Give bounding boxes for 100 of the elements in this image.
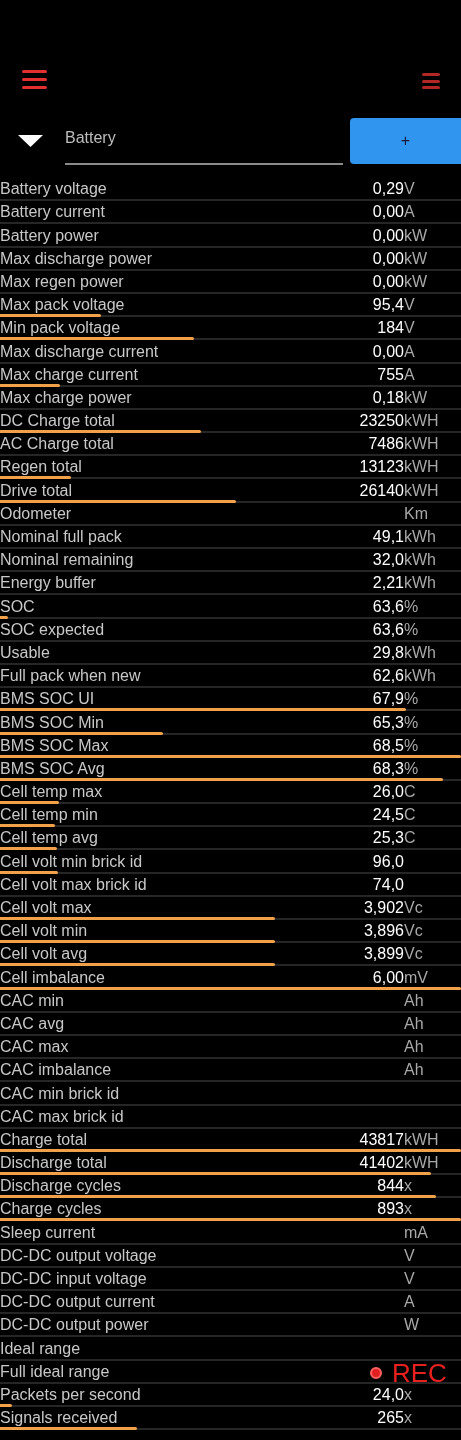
- metric-unit: kWH: [404, 435, 439, 453]
- metric-unit: x: [404, 1409, 412, 1427]
- metric-label: Usable: [0, 642, 51, 663]
- menu-icon[interactable]: [22, 70, 47, 89]
- metric-label: CAC avg: [0, 1013, 66, 1034]
- metric-label: SOC expected: [0, 619, 106, 640]
- metric-unit: x: [404, 1200, 412, 1218]
- metric-unit: %: [404, 713, 419, 731]
- metric-unit: Km: [404, 504, 428, 522]
- add-button[interactable]: +: [350, 118, 461, 164]
- metric-label: Cell temp max: [0, 782, 104, 803]
- metric-unit: C: [404, 783, 416, 801]
- metric-unit: kWh: [404, 551, 436, 569]
- metric-unit: Ah: [404, 1061, 424, 1079]
- metric-label: Min pack voltage: [0, 318, 122, 339]
- metric-unit: Vc: [404, 945, 423, 963]
- metric-label: Ideal range: [0, 1338, 82, 1359]
- metric-value: 68,3: [372, 759, 404, 777]
- metric-label: Charge total: [0, 1129, 89, 1150]
- metric-value: 844: [377, 1177, 404, 1195]
- metric-label: Sleep current: [0, 1222, 97, 1243]
- metric-label: BMS SOC UI: [0, 689, 96, 710]
- metric-value: 13123: [359, 458, 404, 476]
- metric-value: 3,896: [363, 922, 404, 940]
- metric-unit: %: [404, 736, 419, 754]
- metric-unit: %: [404, 690, 419, 708]
- metric-label: Battery voltage: [0, 179, 108, 200]
- metric-value: 65,3: [372, 713, 404, 731]
- metric-label: DC-DC output voltage: [0, 1245, 158, 1266]
- metric-label: Odometer: [0, 503, 73, 524]
- metric-label: Nominal full pack: [0, 527, 123, 547]
- metric-value: 63,6: [372, 620, 404, 638]
- metric-value: 95,4: [372, 296, 404, 314]
- metric-unit: A: [404, 365, 415, 383]
- metric-value: 74,0: [372, 875, 404, 893]
- metric-value: 26,0: [372, 783, 404, 801]
- metric-label: Cell volt min: [0, 921, 89, 942]
- metric-unit: kWh: [404, 574, 436, 592]
- metric-value: 0,00: [372, 249, 404, 267]
- metric-label: DC-DC input voltage: [0, 1269, 148, 1289]
- metric-value: 23250: [359, 412, 404, 430]
- metric-unit: V: [404, 319, 415, 337]
- metric-value: 265: [377, 1409, 404, 1427]
- metric-unit: mA: [404, 1223, 428, 1241]
- metric-unit: V: [404, 296, 415, 314]
- metric-unit: kWh: [404, 667, 436, 685]
- metric-label: Cell temp avg: [0, 828, 99, 849]
- metric-unit: Vc: [404, 899, 423, 916]
- metric-value: 41402: [359, 1154, 404, 1172]
- metric-value: 3,902: [363, 899, 404, 916]
- metric-unit: V: [404, 1246, 415, 1264]
- metric-unit: kWH: [404, 481, 439, 499]
- dropdown-arrow-icon[interactable]: [18, 135, 43, 147]
- metric-value: 24,5: [372, 806, 404, 824]
- metric-unit: A: [404, 1293, 415, 1311]
- metric-value: 755: [377, 365, 404, 383]
- metric-value: 0,00: [372, 226, 404, 244]
- menu-icon[interactable]: [422, 73, 440, 89]
- metric-label: Cell volt min brick id: [0, 851, 144, 872]
- metric-label: BMS SOC Max: [0, 735, 110, 756]
- metric-value: 2,21: [372, 574, 404, 592]
- metric-unit: kW: [404, 388, 428, 406]
- metric-value: 43817: [359, 1130, 404, 1148]
- metric-label: SOC: [0, 596, 36, 617]
- metric-unit: kW: [404, 249, 428, 267]
- metric-unit: Ah: [404, 1038, 424, 1056]
- metric-unit: %: [404, 620, 419, 638]
- metric-unit: Vc: [404, 922, 423, 940]
- metric-unit: kWH: [404, 412, 439, 430]
- metric-label: Max pack voltage: [0, 295, 126, 316]
- metric-unit: kW: [404, 226, 428, 244]
- metric-unit: C: [404, 829, 416, 847]
- metric-label: DC-DC output power: [0, 1315, 150, 1336]
- metric-label: Battery current: [0, 202, 106, 223]
- metric-label: Battery power: [0, 225, 100, 246]
- metric-unit: V: [404, 1270, 415, 1287]
- metric-label: DC-DC output current: [0, 1292, 156, 1313]
- metric-label: Discharge total: [0, 1153, 108, 1174]
- metric-label: Cell volt max brick id: [0, 874, 148, 895]
- metric-value: 0,00: [372, 342, 404, 360]
- metric-unit: kWh: [404, 643, 436, 661]
- metric-label: Full ideal range: [0, 1361, 111, 1382]
- metric-label: Full pack when new: [0, 666, 142, 687]
- metric-label: Cell imbalance: [0, 967, 106, 988]
- metric-label: CAC min: [0, 990, 65, 1011]
- metric-value: 0,18: [372, 388, 404, 406]
- metric-unit: Ah: [404, 991, 424, 1009]
- metric-unit: kWh: [404, 528, 436, 545]
- metric-label: BMS SOC Min: [0, 712, 105, 733]
- category-field[interactable]: Battery: [65, 118, 343, 165]
- metric-label: Charge cycles: [0, 1199, 103, 1220]
- metric-value: 29,8: [372, 643, 404, 661]
- metric-unit: W: [404, 1316, 420, 1334]
- metric-label: CAC imbalance: [0, 1060, 113, 1081]
- metric-value: 32,0: [372, 551, 404, 569]
- metric-value: 0,00: [372, 203, 404, 221]
- metric-unit: %: [404, 759, 419, 777]
- metric-label: CAC max brick id: [0, 1106, 125, 1127]
- metric-value: 67,9: [372, 690, 404, 708]
- metric-unit: kWH: [404, 1130, 439, 1148]
